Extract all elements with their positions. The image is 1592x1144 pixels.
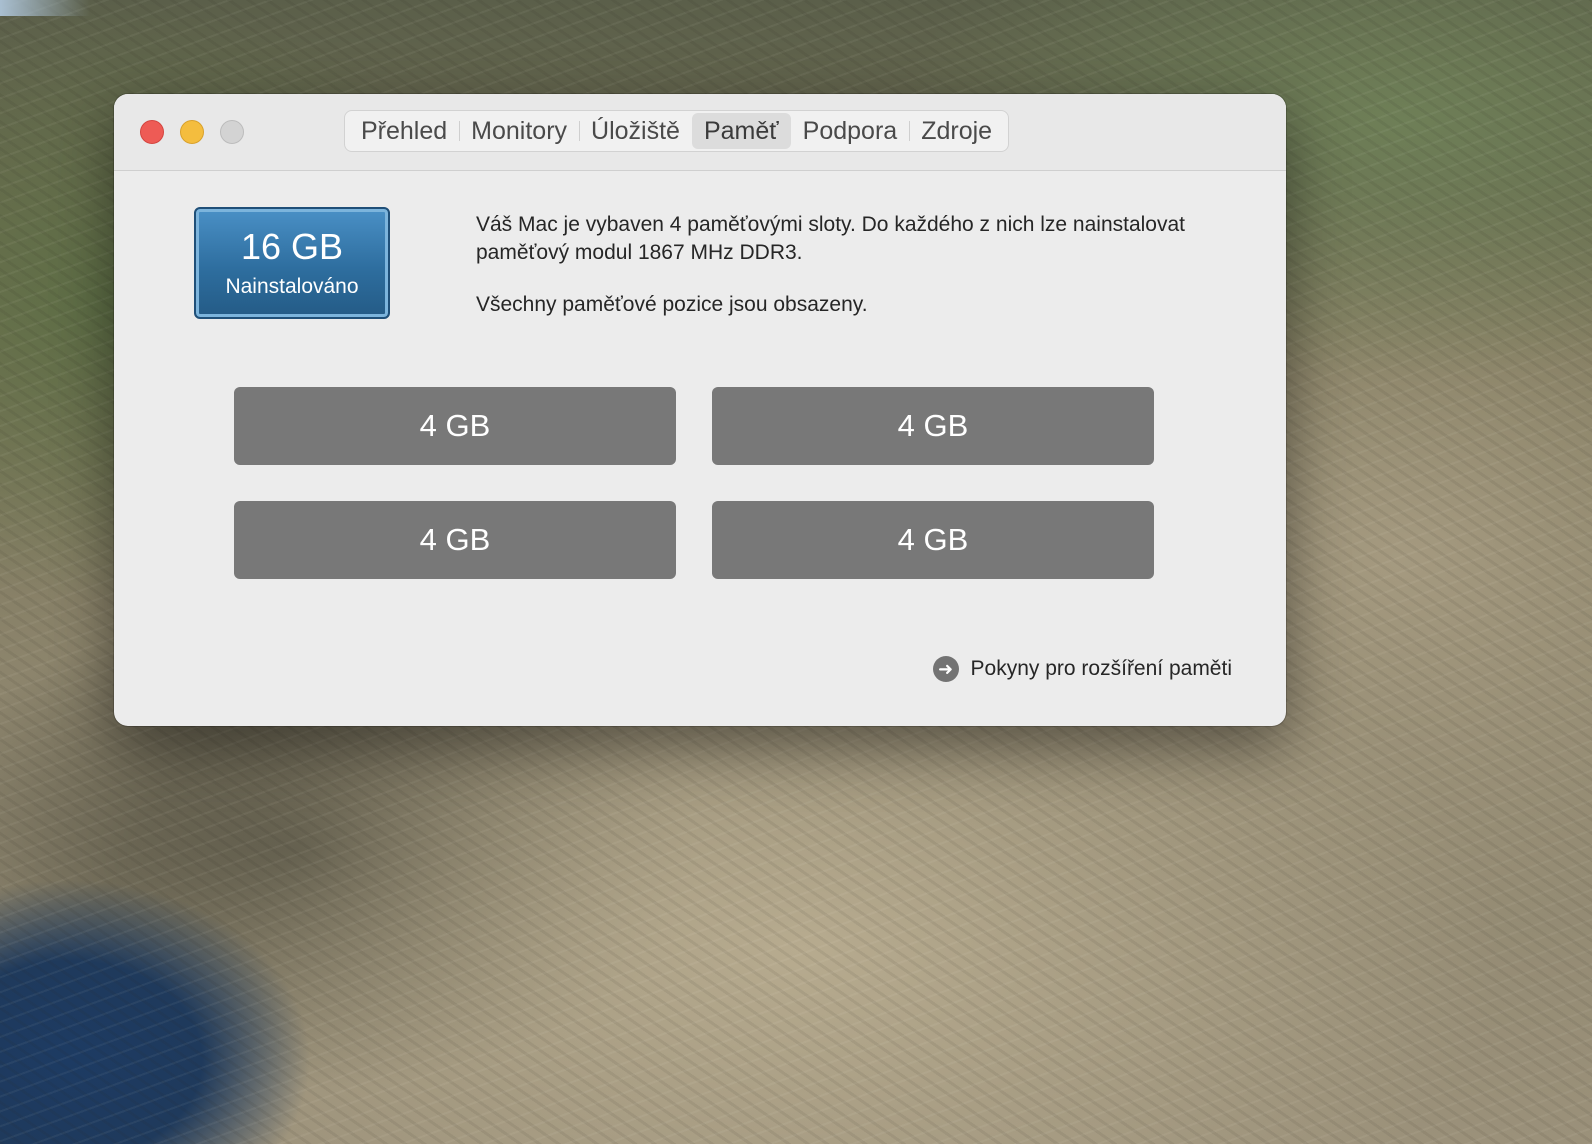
memory-slot-2: 4 GB bbox=[712, 387, 1154, 465]
memory-info: Váš Mac je vybaven 4 paměťovými sloty. D… bbox=[476, 211, 1196, 319]
tab-support[interactable]: Podpora bbox=[791, 113, 910, 149]
arrow-right-circle-icon: ➜ bbox=[932, 656, 959, 682]
memory-upgrade-instructions-link[interactable]: ➜ Pokyny pro rozšíření paměti bbox=[932, 656, 1232, 682]
tab-storage[interactable]: Úložiště bbox=[579, 113, 692, 149]
titlebar: Přehled Monitory Úložiště Paměť Podpora … bbox=[114, 94, 1286, 171]
zoom-button[interactable] bbox=[220, 120, 244, 144]
memory-slots-status: Všechny paměťové pozice jsou obsazeny. bbox=[476, 293, 868, 316]
memory-slot-1: 4 GB bbox=[234, 387, 676, 465]
about-this-mac-window: Přehled Monitory Úložiště Paměť Podpora … bbox=[114, 94, 1286, 726]
memory-slot-3: 4 GB bbox=[234, 501, 676, 579]
wallpaper-sky bbox=[0, 0, 90, 16]
memory-slots-grid: 4 GB 4 GB 4 GB 4 GB bbox=[234, 387, 1154, 579]
memory-upgrade-instructions-label: Pokyny pro rozšíření paměti bbox=[970, 657, 1232, 680]
tab-resources[interactable]: Zdroje bbox=[909, 113, 1004, 149]
tab-bar: Přehled Monitory Úložiště Paměť Podpora … bbox=[344, 110, 1010, 152]
tab-overview[interactable]: Přehled bbox=[349, 113, 459, 149]
minimize-button[interactable] bbox=[180, 120, 204, 144]
tab-displays[interactable]: Monitory bbox=[459, 113, 579, 149]
installed-memory-size: 16 GB bbox=[240, 226, 344, 267]
tab-memory[interactable]: Paměť bbox=[691, 113, 791, 149]
installed-memory-label: Nainstalováno bbox=[225, 275, 359, 298]
memory-slot-4: 4 GB bbox=[712, 501, 1154, 579]
installed-memory-badge: 16 GB Nainstalováno bbox=[194, 207, 390, 319]
memory-pane: 16 GB Nainstalováno Váš Mac je vybaven 4… bbox=[114, 171, 1286, 726]
memory-slots-description: Váš Mac je vybaven 4 paměťovými sloty. D… bbox=[476, 213, 1185, 264]
close-button[interactable] bbox=[140, 120, 164, 144]
